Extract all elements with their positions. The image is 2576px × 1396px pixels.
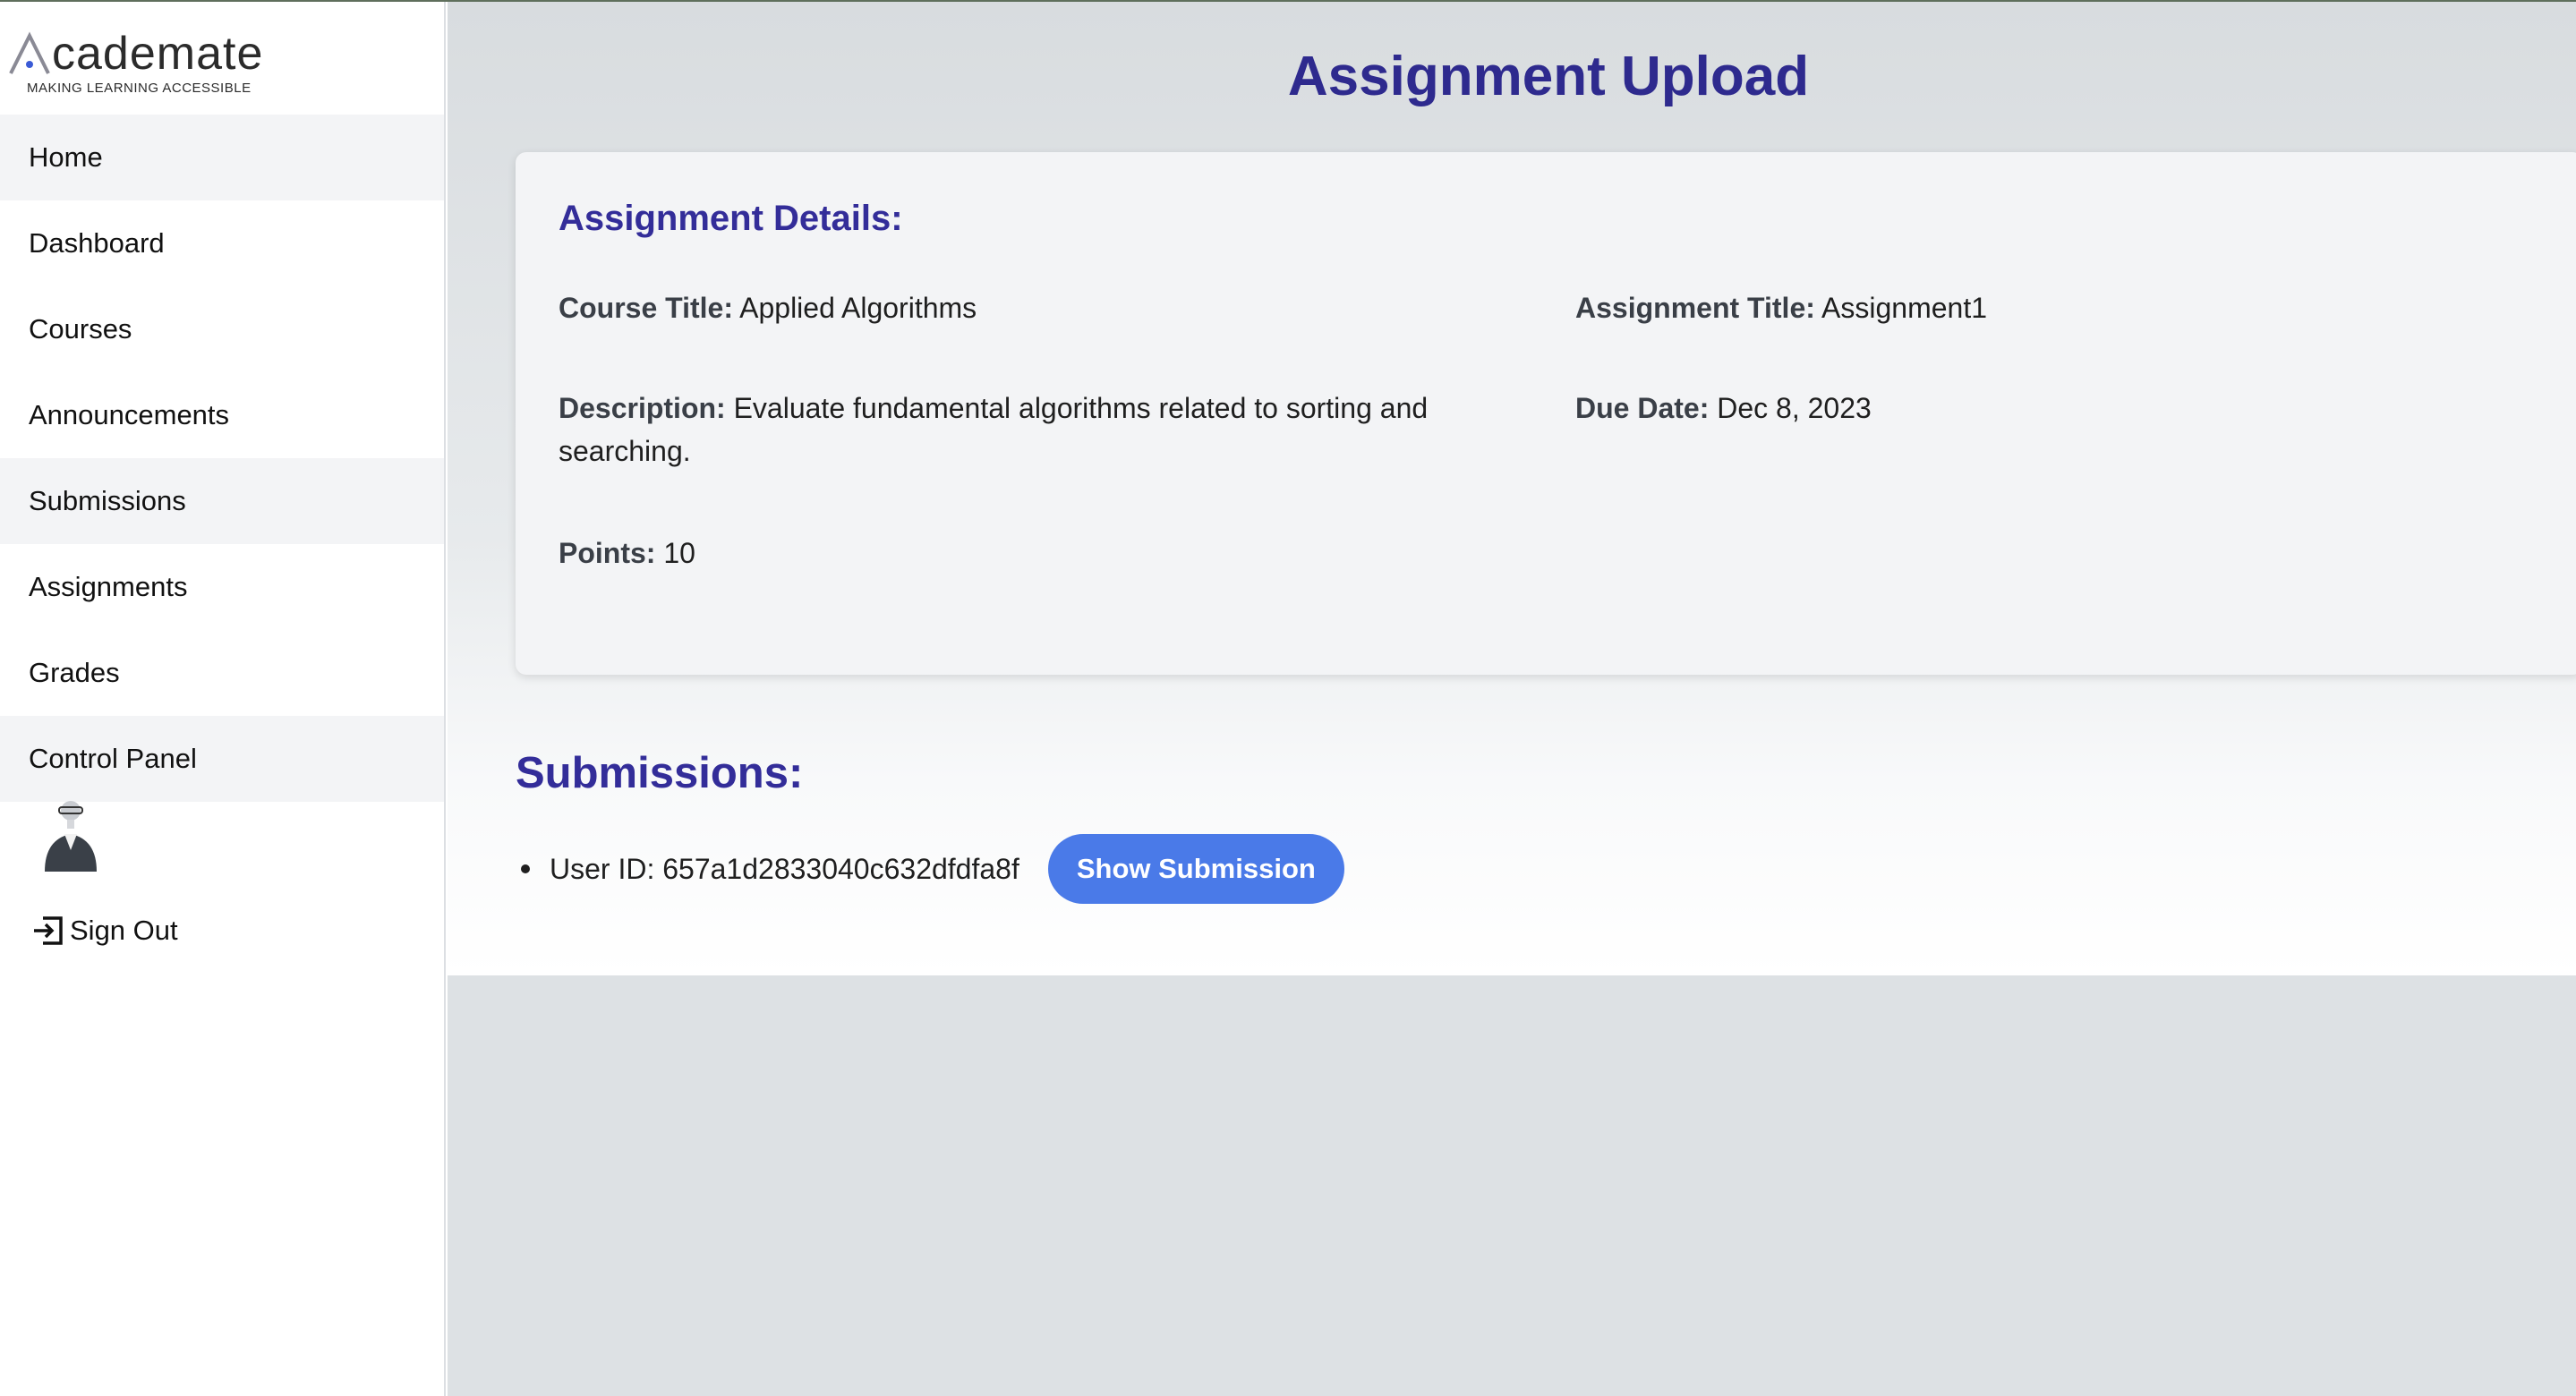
sidebar-item-assignments[interactable]: Assignments	[0, 544, 444, 630]
main-panel: Assignment Upload Assignment Details: Co…	[448, 2, 2576, 975]
sidebar-item-control-panel[interactable]: Control Panel	[0, 716, 444, 802]
assignment-title-label: Assignment Title:	[1575, 292, 1815, 324]
sidebar-item-grades[interactable]: Grades	[0, 630, 444, 716]
submissions-heading: Submissions:	[516, 749, 804, 797]
course-title-field: Course Title: Applied Algorithms	[559, 286, 1507, 329]
assignment-title-field: Assignment Title: Assignment1	[1575, 286, 2524, 329]
sign-out-icon	[34, 916, 63, 945]
bullet	[521, 864, 530, 873]
submission-user-id: User ID: 657a1d2833040c632dfdfa8f	[550, 852, 1019, 885]
list-item: User ID: 657a1d2833040c632dfdfa8f Show S…	[521, 834, 1344, 904]
logo-wordmark: cademate	[52, 28, 264, 80]
course-title-value: Applied Algorithms	[739, 292, 977, 324]
points-field: Points: 10	[559, 532, 1507, 575]
due-date-value: Dec 8, 2023	[1717, 392, 1872, 424]
sidebar-item-label: Submissions	[29, 485, 186, 516]
sidebar-item-label: Dashboard	[29, 227, 165, 259]
sign-out-button[interactable]: Sign Out	[30, 913, 178, 949]
sidebar-item-label: Courses	[29, 313, 132, 345]
sidebar-item-label: Home	[29, 141, 103, 173]
assignment-details-card: Assignment Details: Course Title: Applie…	[516, 152, 2576, 675]
sidebar: cademate MAKING LEARNING ACCESSIBLE Home…	[0, 2, 446, 1396]
sidebar-item-courses[interactable]: Courses	[0, 286, 444, 372]
sign-out-label: Sign Out	[70, 915, 178, 946]
sidebar-item-label: Grades	[29, 657, 120, 688]
points-value: 10	[663, 537, 695, 569]
academate-logo[interactable]: cademate MAKING LEARNING ACCESSIBLE	[5, 21, 274, 111]
due-date-field: Due Date: Dec 8, 2023	[1575, 387, 2524, 430]
user-avatar-icon[interactable]	[38, 800, 104, 875]
sidebar-item-label: Control Panel	[29, 743, 197, 774]
sidebar-item-announcements[interactable]: Announcements	[0, 372, 444, 458]
due-date-label: Due Date:	[1575, 392, 1710, 424]
description-field: Description: Evaluate fundamental algori…	[559, 387, 1525, 472]
sidebar-nav: Home Dashboard Courses Announcements Sub…	[0, 115, 444, 802]
logo-a-icon	[9, 31, 50, 74]
sidebar-item-home[interactable]: Home	[0, 115, 444, 200]
description-label: Description:	[559, 392, 726, 424]
sidebar-item-label: Assignments	[29, 571, 188, 602]
logo-tagline: MAKING LEARNING ACCESSIBLE	[27, 81, 252, 96]
assignment-details-heading: Assignment Details:	[559, 199, 903, 238]
show-submission-button[interactable]: Show Submission	[1047, 834, 1344, 904]
main-content: Assignment Upload Assignment Details: Co…	[448, 2, 2576, 1396]
points-label: Points:	[559, 537, 656, 569]
course-title-label: Course Title:	[559, 292, 733, 324]
assignment-title-value: Assignment1	[1821, 292, 1987, 324]
sidebar-item-dashboard[interactable]: Dashboard	[0, 200, 444, 286]
page-title: Assignment Upload	[1287, 46, 1810, 107]
sidebar-item-submissions[interactable]: Submissions	[0, 458, 444, 544]
sidebar-item-label: Announcements	[29, 399, 230, 430]
